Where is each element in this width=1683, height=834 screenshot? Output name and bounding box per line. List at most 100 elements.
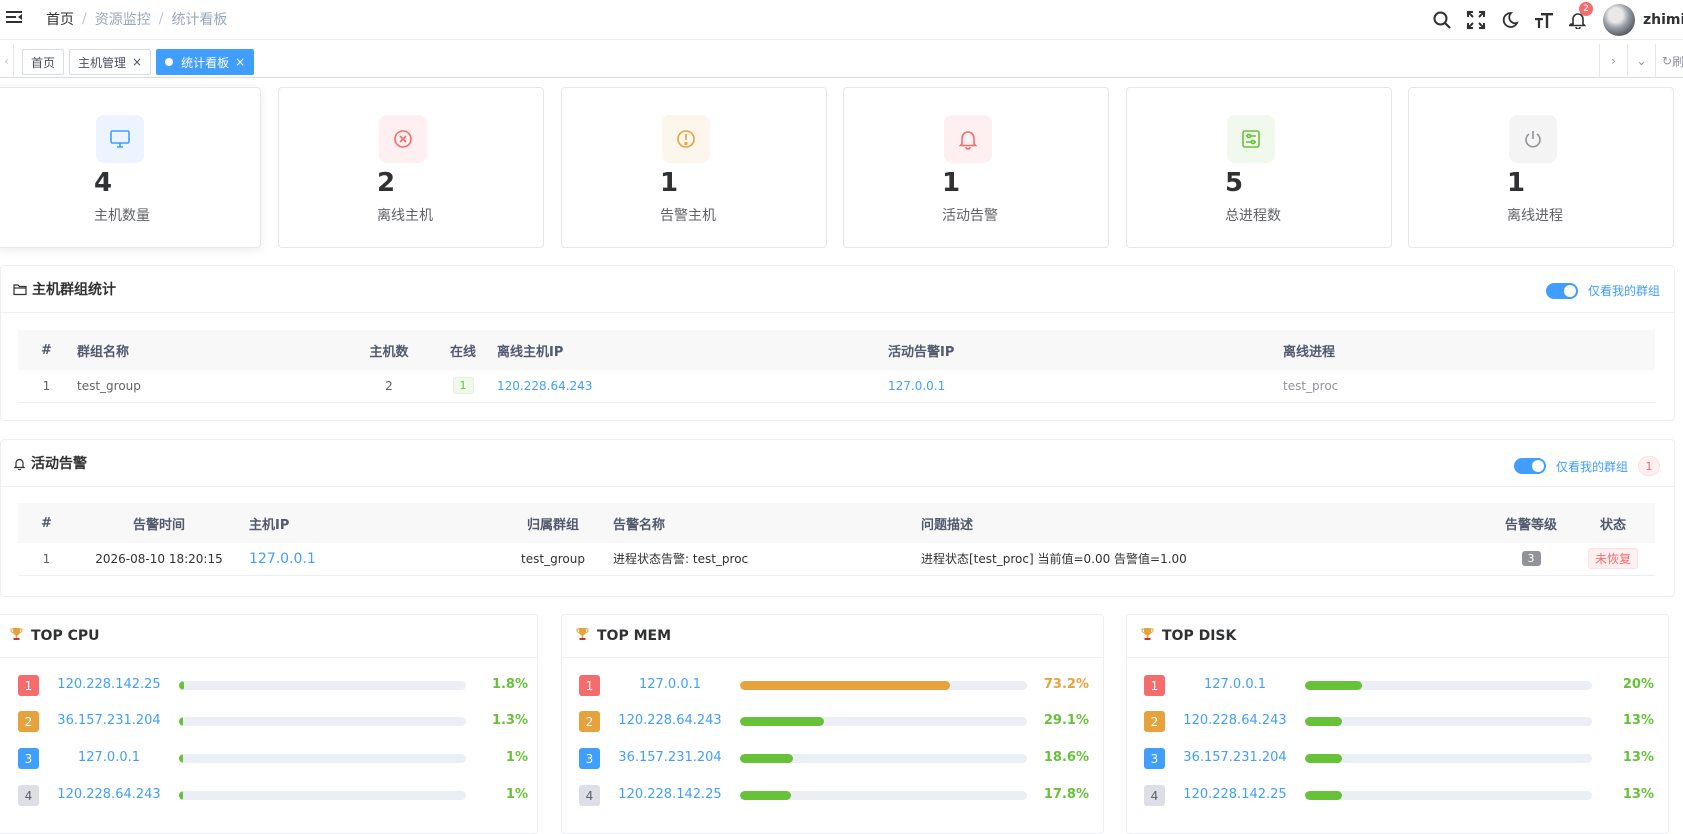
folder-icon: [13, 283, 27, 295]
usage-value: 1.8%: [491, 677, 528, 692]
host-ip-link[interactable]: 36.157.231.204: [605, 750, 735, 765]
alert-count-badge: 1: [1638, 456, 1660, 476]
usage-value: 13%: [1622, 787, 1654, 802]
tag-label: 首页: [31, 55, 56, 70]
close-icon[interactable]: ×: [132, 55, 142, 69]
alert-ip-link[interactable]: 127.0.0.1: [888, 379, 945, 393]
column-header: 告警时间: [75, 503, 243, 543]
host-ip-link[interactable]: 120.228.64.243: [1170, 713, 1300, 728]
refresh-label: 刷新: [1672, 54, 1683, 69]
toggle-switch[interactable]: [1513, 458, 1546, 474]
bell-icon[interactable]: 2: [1561, 0, 1595, 40]
bell-icon: [944, 115, 992, 163]
alert-table: # 告警时间 主机IP 归属群组 告警名称 问题描述 告警等级 状态 1 202…: [18, 503, 1655, 576]
rank-badge: 3: [18, 748, 39, 769]
usage-value: 29.1%: [1043, 713, 1089, 728]
refresh-button[interactable]: ↻刷新: [1655, 44, 1683, 78]
breadcrumb-separator: /: [158, 11, 164, 27]
bell-icon: [13, 458, 26, 470]
cell-description: 进程状态[test_proc] 当前值=0.00 告警值=1.00: [921, 543, 1491, 576]
breadcrumb-resource-monitor: 资源监控: [94, 12, 151, 28]
usage-value: 13%: [1622, 750, 1654, 765]
top-panel-mem: TOP MEM 1 127.0.0.1 73.2% 2 120.228.64.243 29.…: [561, 614, 1104, 834]
ranking-row: 2 120.228.64.243 13%: [1144, 711, 1654, 733]
ranking-row: 1 127.0.0.1 20%: [1144, 675, 1654, 697]
avatar[interactable]: [1603, 4, 1635, 36]
font-size-icon[interactable]: [1527, 0, 1561, 40]
online-count-tag: 1: [452, 377, 474, 395]
column-header: 告警等级: [1491, 503, 1571, 543]
cell-index: 1: [18, 370, 75, 403]
rank-badge: 3: [1144, 748, 1165, 769]
tag-dashboard[interactable]: 统计看板 ×: [156, 49, 255, 75]
column-header: #: [18, 330, 75, 370]
my-group-toggle[interactable]: 仅看我的群组 1: [1513, 456, 1660, 476]
ranking-row: 2 120.228.64.243 29.1%: [579, 711, 1089, 733]
tag-label: 主机管理: [78, 55, 127, 70]
toggle-switch[interactable]: [1545, 282, 1578, 299]
ranking-row: 1 127.0.0.1 73.2%: [579, 675, 1089, 697]
progress-bar: [740, 717, 1027, 726]
progress-bar: [1305, 791, 1592, 800]
close-icon[interactable]: ×: [235, 55, 245, 69]
progress-fill: [179, 754, 184, 763]
offline-host-ip-link[interactable]: 120.228.64.243: [497, 379, 592, 393]
tags-list: 首页 主机管理 × 统计看板 ×: [22, 49, 255, 75]
fullscreen-icon[interactable]: [1459, 0, 1493, 40]
ranking-row: 4 120.228.142.25 13%: [1144, 785, 1654, 807]
column-header: #: [18, 503, 75, 543]
progress-bar: [1305, 717, 1592, 726]
usage-value: 13%: [1622, 713, 1654, 728]
usage-value: 17.8%: [1043, 787, 1089, 802]
column-header: 状态: [1571, 503, 1655, 543]
tag-label: 统计看板: [181, 55, 230, 70]
stat-value: 2: [377, 168, 396, 198]
column-header: 在线: [433, 330, 493, 370]
progress-fill: [179, 681, 185, 690]
host-ip-link[interactable]: 36.157.231.204: [1170, 750, 1300, 765]
progress-fill: [740, 791, 792, 800]
host-ip-link[interactable]: 127.0.0.1: [249, 551, 316, 567]
tag-host-management[interactable]: 主机管理 ×: [69, 49, 152, 75]
host-ip-link[interactable]: 36.157.231.204: [44, 713, 174, 728]
cell-index: 1: [18, 543, 75, 576]
panel-title: 主机群组统计: [32, 282, 116, 298]
host-ip-link[interactable]: 120.228.142.25: [605, 787, 735, 802]
tags-scroll-right-icon[interactable]: ›: [1599, 44, 1627, 78]
ranking-row: 4 120.228.64.243 1%: [18, 785, 528, 807]
tags-scroll-left-icon[interactable]: ‹: [0, 44, 14, 78]
hamburger-icon[interactable]: [6, 10, 22, 24]
top-panel-cpu: TOP CPU 1 120.228.142.25 1.8% 2 36.157.231.20…: [0, 614, 538, 834]
host-ip-link[interactable]: 120.228.64.243: [44, 787, 174, 802]
breadcrumb-home[interactable]: 首页: [46, 9, 74, 29]
column-header: 离线进程: [1283, 330, 1655, 370]
username[interactable]: zhimin: [1643, 12, 1683, 28]
host-ip-link[interactable]: 120.228.64.243: [605, 713, 735, 728]
host-ip-link[interactable]: 127.0.0.1: [44, 750, 174, 765]
host-ip-link[interactable]: 120.228.142.25: [1170, 787, 1300, 802]
my-group-toggle[interactable]: 仅看我的群组: [1545, 282, 1660, 299]
trophy-icon: [1141, 627, 1154, 645]
search-icon[interactable]: [1425, 0, 1459, 40]
rank-badge: 1: [579, 675, 600, 696]
ranking-row: 3 36.157.231.204 13%: [1144, 748, 1654, 770]
stat-value: 1: [660, 168, 679, 198]
tag-home[interactable]: 首页: [22, 49, 65, 75]
tags-right-actions: › ⌄ ↻刷新: [1599, 44, 1683, 78]
host-ip-link[interactable]: 127.0.0.1: [1170, 677, 1300, 692]
usage-value: 1.3%: [491, 713, 528, 728]
progress-fill: [740, 754, 794, 763]
progress-bar: [740, 681, 1027, 690]
rank-badge: 1: [18, 675, 39, 696]
progress-fill: [1305, 754, 1343, 763]
panel-header: TOP MEM: [562, 615, 1103, 658]
stat-card-offline-hosts: 2 离线主机: [278, 87, 544, 248]
warning-circle-icon: [662, 115, 710, 163]
rank-badge: 1: [1144, 675, 1165, 696]
ranking-row: 1 120.228.142.25 1.8%: [18, 675, 528, 697]
host-ip-link[interactable]: 120.228.142.25: [44, 677, 174, 692]
dark-mode-icon[interactable]: [1493, 0, 1527, 40]
tags-dropdown-icon[interactable]: ⌄: [1627, 44, 1655, 78]
host-ip-link[interactable]: 127.0.0.1: [605, 677, 735, 692]
rank-badge: 3: [579, 748, 600, 769]
